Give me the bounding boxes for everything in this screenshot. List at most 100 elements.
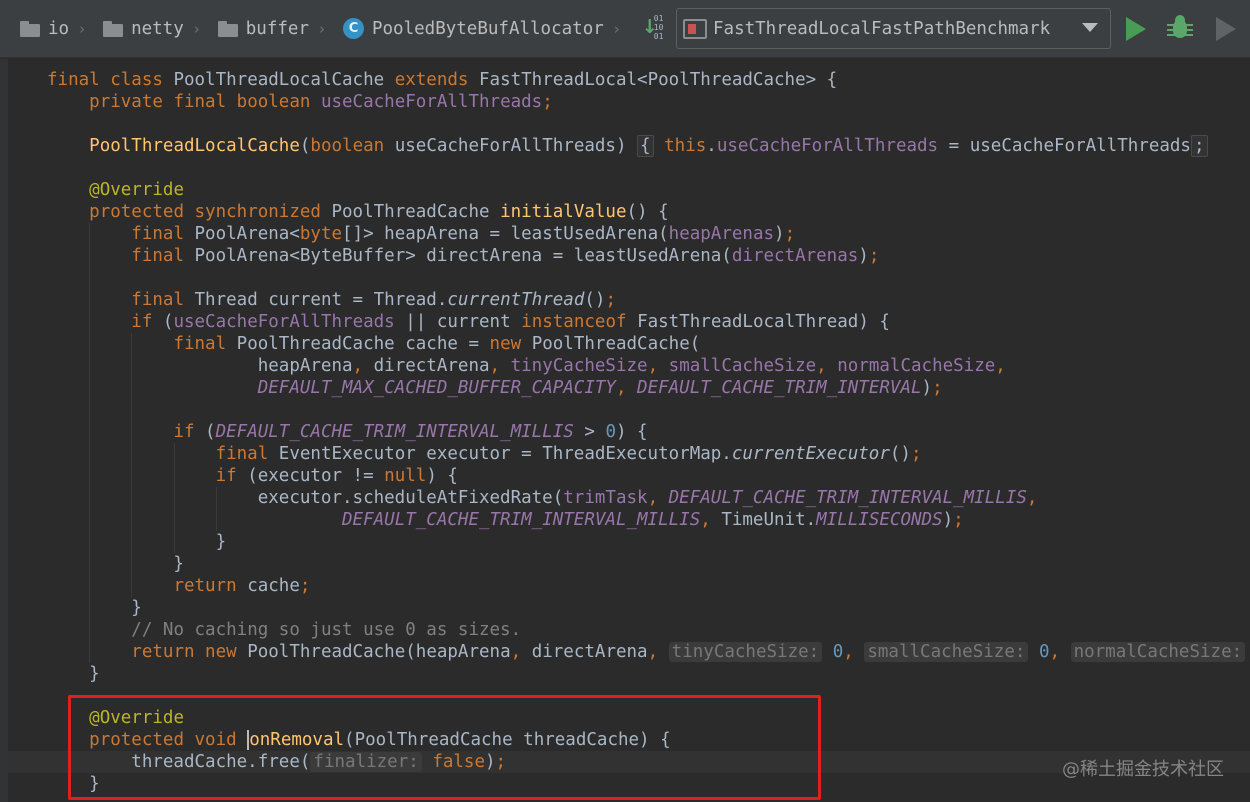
code-line: return cache; [47,575,310,597]
watermark: @稀土掘金技术社区 [1062,759,1224,780]
code-line: if (useCacheForAllThreads || current ins… [47,311,890,333]
code-token: DEFAULT_CACHE_TRIM_INTERVAL_MILLIS [215,422,574,442]
code-token: , [510,642,532,662]
code-token: () [889,444,911,464]
code-token: ) [942,510,954,530]
breadcrumb-netty[interactable]: netty › [85,0,200,57]
code-line: } [47,531,227,553]
code-token: } [47,532,227,552]
code-token: , [995,356,1006,376]
code-token: heapArenas [668,224,775,244]
code-token: directArenas [731,246,859,266]
code-token: currentThread [447,290,585,310]
code-token: } [47,664,100,684]
binary-sort-icon[interactable]: ↓ 01 10 01 [642,14,670,44]
code-token: , [843,642,865,662]
code-token: PoolThreadCache [331,202,501,222]
code-token: ; [784,224,796,244]
code-token: } [47,554,184,574]
code-line: @Override [47,179,184,201]
breadcrumb-buffer[interactable]: buffer › [200,0,325,57]
code-line: final PoolThreadCache cache = new PoolTh… [47,333,700,355]
code-token: if [173,422,206,442]
debug-icon[interactable] [1166,14,1194,42]
code-token: cache [247,576,300,596]
code-token: ; [953,510,964,530]
run-with-coverage-icon [1216,17,1236,41]
code-token: , [352,356,374,376]
code-line: if (executor != null) { [47,465,458,487]
code-editor[interactable]: final class PoolThreadLocalCache extends… [0,59,1250,802]
code-token: extends [394,70,479,90]
bits-label: 01 10 01 [653,13,664,41]
code-token: , [647,642,669,662]
code-token: ) [921,378,933,398]
code-token: PoolThreadLocalCache [89,136,300,156]
breadcrumb-io[interactable]: io › [0,0,85,57]
code-line: } [47,553,184,575]
code-token: ) { [426,466,458,486]
code-token: ; [605,290,616,310]
breadcrumb-label: io [48,18,70,39]
breadcrumb-label: netty [131,18,184,39]
code-line: final class PoolThreadLocalCache extends… [47,69,837,91]
code-token: = useCacheForAllThreads [938,136,1191,156]
code-token: () { [626,202,669,222]
code-token: ( [205,422,216,442]
code-token: { [637,135,654,157]
code-line: // No caching so just use 0 as sizes. [47,619,521,641]
code-token: executor.scheduleAtFixedRate( [47,488,564,508]
code-token: || current [394,312,522,332]
code-token: final [131,224,195,244]
code-token: new [489,334,532,354]
code-line: PoolThreadLocalCache(boolean useCacheFor… [47,135,1208,157]
run-icon[interactable] [1126,17,1146,41]
code-token: PoolThreadLocalCache [173,70,395,90]
code-line: return new PoolThreadCache(heapArena, di… [47,641,1246,663]
code-token: currentExecutor [731,444,890,464]
code-token: normalCacheSize [837,356,996,376]
code-token: useCacheForAllThreads [320,92,543,112]
code-token: protected synchronized [89,202,332,222]
code-token: EventExecutor executor = ThreadExecutorM… [278,444,732,464]
code-token: Thread current = Thread. [194,290,448,310]
folder-icon [20,20,40,37]
code-token: PoolThreadCache(heapArena [247,642,511,662]
code-token: () [584,290,606,310]
code-token: , [615,378,638,398]
code-token: ; [868,246,880,266]
code-token: []> heapArena = leastUsedArena( [342,224,669,244]
code-token: smallCacheSize [668,356,817,376]
parameter-hint: smallCacheSize: [864,642,1029,662]
code-token: byte [299,224,343,244]
code-line: } [47,597,142,619]
breadcrumb-pooled-byte-buf-allocator[interactable]: C PooledByteBufAllocator › [325,0,620,57]
code-token: ( [299,136,311,156]
code-token: heapArena [47,356,353,376]
folder-icon [103,20,124,37]
run-configuration-select[interactable]: FastThreadLocalFastPathBenchmark [676,8,1111,49]
code-line: heapArena, directArena, tinyCacheSize, s… [47,355,1006,377]
run-config-icon [683,18,707,39]
code-token: , [647,356,669,376]
code-token: final [131,246,195,266]
breadcrumb-label: PooledByteBufAllocator [371,18,604,39]
code-token: } [47,598,142,618]
code-token: instanceof [521,312,638,332]
code-line: private final boolean useCacheForAllThre… [47,91,553,113]
code-token: . [706,136,717,156]
code-token: , [816,356,838,376]
code-token: directArena [531,642,648,662]
